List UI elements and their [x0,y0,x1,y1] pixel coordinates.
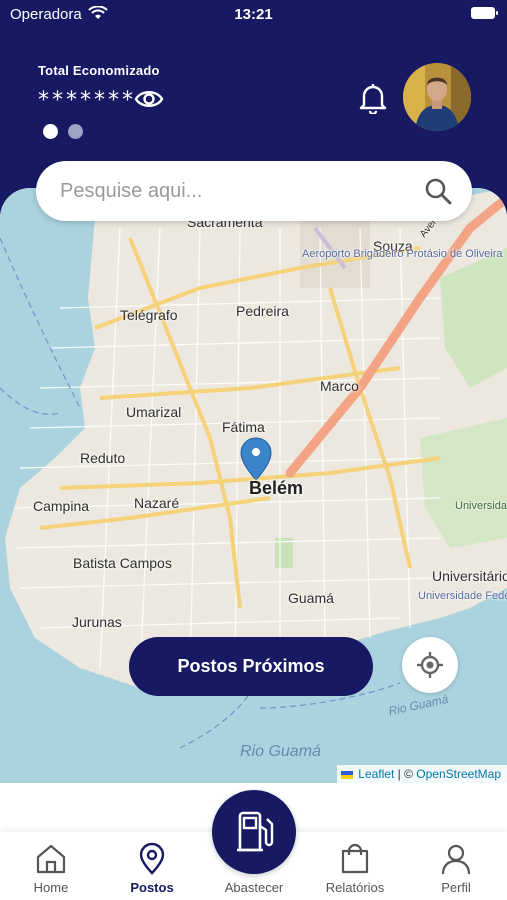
locate-me-button[interactable] [402,637,458,693]
status-bar: Operadora 13:21 [0,0,507,30]
carousel-dot[interactable] [68,124,83,139]
attribution-separator: | © [397,767,413,781]
map-label-umarizal: Umarizal [126,404,182,420]
tab-postos[interactable]: Postos [111,832,193,900]
map-label-pedreira: Pedreira [236,303,289,319]
search-icon[interactable] [424,177,452,205]
tab-abastecer[interactable] [212,790,296,874]
tab-perfil[interactable]: Perfil [415,832,497,900]
tab-relatorios-label: Relatórios [325,880,385,895]
savings-label: Total Economizado [38,63,160,78]
map-label-marco: Marco [320,378,359,394]
map-attribution: Leaflet | © OpenStreetMap [336,765,507,783]
map-label-guama: Guamá [288,590,334,606]
status-time: 13:21 [234,6,273,23]
map-label-jurunas: Jurunas [72,614,122,630]
ukraine-flag-icon [340,770,353,779]
tab-postos-label: Postos [130,880,174,895]
home-icon [36,844,66,874]
map-label-nazare: Nazaré [134,495,180,511]
avatar[interactable] [403,63,471,131]
map-label-rio-guama: Rio Guamá [240,743,321,760]
savings-value: ******* [38,88,136,113]
user-icon [441,844,471,875]
carousel-dot-active[interactable] [43,124,58,139]
tab-perfil-label: Perfil [441,880,471,895]
search-input[interactable] [60,161,420,221]
map-label-universidade-para: Universidade Federal do Pará [418,590,507,602]
crosshair-icon [417,652,443,678]
search-bar [36,161,472,221]
tab-home-label: Home [33,880,69,895]
bell-icon[interactable] [358,82,388,114]
map-label-universitario: Universitário [432,568,507,584]
shopping-bag-icon [341,843,369,874]
eye-icon[interactable] [134,86,164,112]
tab-home[interactable]: Home [10,832,92,900]
tab-abastecer-label: Abastecer [224,880,284,895]
map-label-universidade-rural: Universidade Federal Rural da Amazônia [455,500,507,512]
tab-relatorios[interactable]: Relatórios [314,832,396,900]
battery-icon [471,7,498,19]
map-label-belem: Belém [249,478,304,498]
leaflet-link[interactable]: Leaflet [358,767,394,781]
map-label-fatima: Fátima [222,419,265,435]
nearby-stations-button[interactable]: Postos Próximos [129,637,373,696]
map-label-campina: Campina [33,498,90,514]
map-label-aeroporto: Aeroporto Brigadeiro Protásio de Oliveir… [302,248,503,261]
fuel-pump-icon [237,811,274,852]
openstreetmap-link[interactable]: OpenStreetMap [416,767,501,781]
map-label-telegrafo: Telégrafo [120,307,178,323]
map-label-batista-campos: Batista Campos [73,555,172,571]
map-pin-icon [139,842,165,875]
map-label-reduto: Reduto [80,450,126,466]
